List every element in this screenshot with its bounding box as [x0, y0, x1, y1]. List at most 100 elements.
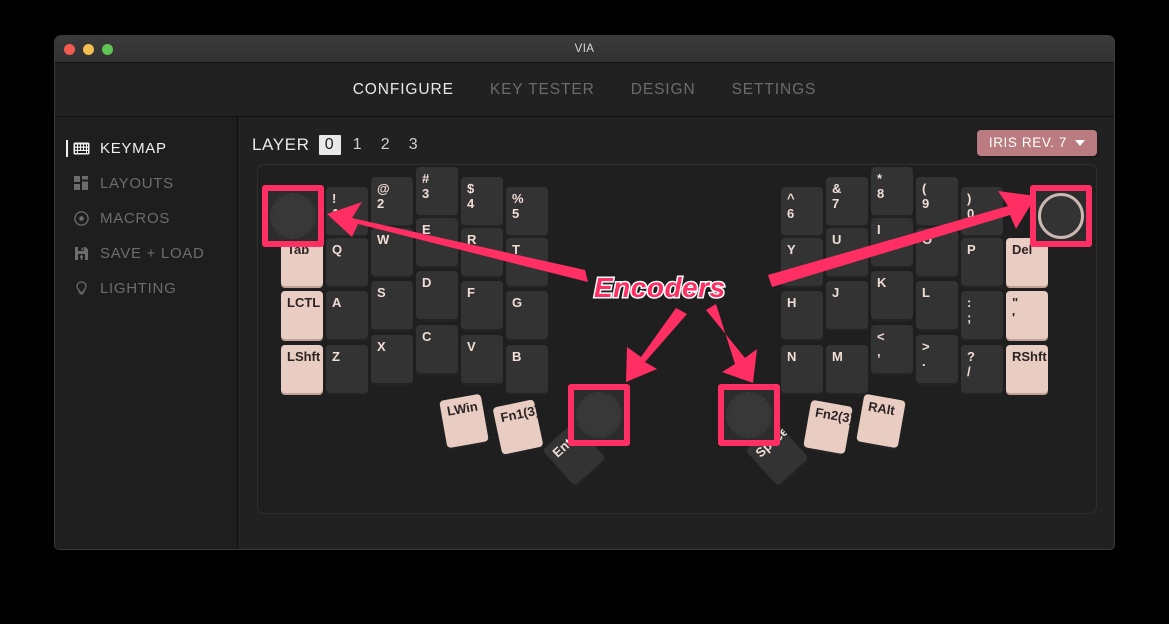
- layer-option-2[interactable]: 2: [375, 135, 397, 155]
- key-legend: S: [377, 285, 386, 300]
- key-b[interactable]: B: [506, 345, 548, 393]
- sidebar-item-macros[interactable]: MACROS: [55, 201, 237, 236]
- key-2[interactable]: @ 2: [371, 177, 413, 225]
- key-dot[interactable]: > .: [916, 335, 958, 383]
- key-fn2[interactable]: Fn2(3): [803, 399, 853, 455]
- key-p[interactable]: P: [961, 238, 1003, 286]
- key-legend: < ,: [877, 329, 885, 359]
- key-h[interactable]: H: [781, 291, 823, 339]
- key-0[interactable]: ) 0: [961, 187, 1003, 235]
- keyboard-icon: [73, 140, 90, 157]
- key-legend: LWin: [445, 398, 479, 419]
- tab-design[interactable]: DESIGN: [631, 81, 696, 99]
- key-z[interactable]: Z: [326, 345, 368, 393]
- key-d[interactable]: D: [416, 271, 458, 319]
- key-q[interactable]: Q: [326, 238, 368, 286]
- key-legend: ) 0: [967, 191, 975, 221]
- key-ralt[interactable]: RAlt: [856, 393, 906, 449]
- app-body: KEYMAP LAYOUTS MACROS SAVE + LOAD LIGHTI…: [55, 117, 1114, 549]
- key-legend: Fn1(3): [499, 402, 541, 426]
- chevron-down-icon: [1075, 139, 1085, 146]
- key-6[interactable]: ^ 6: [781, 187, 823, 235]
- key-slash[interactable]: ? /: [961, 345, 1003, 393]
- keyboard-select-button[interactable]: IRIS REV. 7: [976, 130, 1097, 156]
- layer-label: LAYER: [252, 135, 310, 154]
- encoder-ring-icon: [576, 392, 622, 438]
- key-fn1[interactable]: Fn1(3): [492, 399, 544, 455]
- encoder-ring-icon: [1038, 193, 1084, 239]
- key-8[interactable]: * 8: [871, 167, 913, 215]
- encoder-left-thumb[interactable]: [570, 386, 628, 444]
- key-o[interactable]: O: [916, 228, 958, 276]
- window-title: VIA: [574, 43, 595, 55]
- key-v[interactable]: V: [461, 335, 503, 383]
- key-t[interactable]: T: [506, 238, 548, 286]
- encoder-left-top[interactable]: [264, 187, 322, 245]
- key-lctl[interactable]: LCTL: [281, 291, 323, 339]
- layer-selector: LAYER 0 1 2 3: [252, 135, 425, 155]
- key-legend: F: [467, 285, 475, 300]
- key-9[interactable]: ( 9: [916, 177, 958, 225]
- key-legend: " ': [1012, 295, 1019, 325]
- key-a[interactable]: A: [326, 291, 368, 339]
- screen: VIA CONFIGURE KEY TESTER DESIGN SETTINGS: [0, 0, 1169, 624]
- key-x[interactable]: X: [371, 335, 413, 383]
- key-f[interactable]: F: [461, 281, 503, 329]
- window-titlebar: VIA: [55, 36, 1114, 63]
- key-j[interactable]: J: [826, 281, 868, 329]
- key-l[interactable]: L: [916, 281, 958, 329]
- key-c[interactable]: C: [416, 325, 458, 373]
- layer-option-1[interactable]: 1: [347, 135, 369, 155]
- encoder-right-top[interactable]: [1032, 187, 1090, 245]
- key-rshft[interactable]: RShft: [1006, 345, 1048, 393]
- key-lwin[interactable]: LWin: [439, 393, 489, 449]
- key-lshft[interactable]: LShft: [281, 345, 323, 393]
- key-7[interactable]: & 7: [826, 177, 868, 225]
- key-legend: LShft: [287, 349, 321, 364]
- key-w[interactable]: W: [371, 228, 413, 276]
- key-3[interactable]: # 3: [416, 167, 458, 215]
- key-tab[interactable]: Tab: [281, 238, 323, 286]
- key-i[interactable]: I: [871, 218, 913, 266]
- key-u[interactable]: U: [826, 228, 868, 276]
- key-quote[interactable]: " ': [1006, 291, 1048, 339]
- key-legend: > .: [922, 339, 930, 369]
- key-4[interactable]: $ 4: [461, 177, 503, 225]
- key-g[interactable]: G: [506, 291, 548, 339]
- key-m[interactable]: M: [826, 345, 868, 393]
- key-semi[interactable]: : ;: [961, 291, 1003, 339]
- key-k[interactable]: K: [871, 271, 913, 319]
- key-legend: N: [787, 349, 797, 364]
- key-s[interactable]: S: [371, 281, 413, 329]
- key-legend: U: [832, 232, 842, 247]
- layer-option-0[interactable]: 0: [318, 135, 341, 155]
- sidebar-item-label: LIGHTING: [100, 280, 177, 297]
- key-comma[interactable]: < ,: [871, 325, 913, 373]
- sidebar-item-save-load[interactable]: SAVE + LOAD: [55, 236, 237, 271]
- layer-option-3[interactable]: 3: [403, 135, 425, 155]
- key-legend: Del: [1012, 242, 1033, 257]
- tab-configure[interactable]: CONFIGURE: [353, 81, 454, 99]
- encoder-right-thumb[interactable]: [720, 386, 778, 444]
- key-legend: J: [832, 285, 840, 300]
- key-legend: H: [787, 295, 797, 310]
- key-del[interactable]: Del: [1006, 238, 1048, 286]
- key-legend: Z: [332, 349, 340, 364]
- key-y[interactable]: Y: [781, 238, 823, 286]
- key-e[interactable]: E: [416, 218, 458, 266]
- key-n[interactable]: N: [781, 345, 823, 393]
- key-legend: R: [467, 232, 477, 247]
- key-legend: ! 1: [332, 191, 340, 221]
- tab-key-tester[interactable]: KEY TESTER: [490, 81, 595, 99]
- key-legend: Fn2(3): [814, 404, 853, 427]
- tab-settings[interactable]: SETTINGS: [732, 81, 817, 99]
- key-r[interactable]: R: [461, 228, 503, 276]
- key-legend: @ 2: [377, 181, 390, 211]
- sidebar-item-label: SAVE + LOAD: [100, 245, 205, 262]
- key-legend: W: [377, 232, 390, 247]
- sidebar-item-keymap[interactable]: KEYMAP: [55, 131, 237, 166]
- key-1[interactable]: ! 1: [326, 187, 368, 235]
- key-5[interactable]: % 5: [506, 187, 548, 235]
- sidebar-item-lighting[interactable]: LIGHTING: [55, 271, 237, 306]
- sidebar-item-layouts[interactable]: LAYOUTS: [55, 166, 237, 201]
